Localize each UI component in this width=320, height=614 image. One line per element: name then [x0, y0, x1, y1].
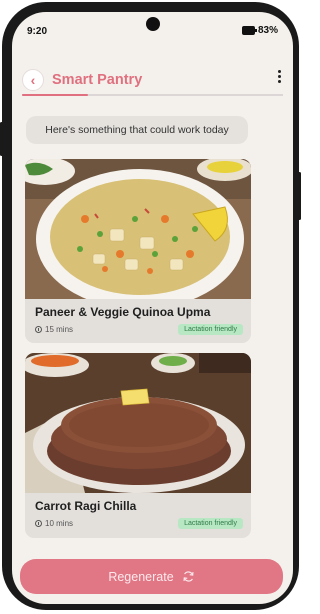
lactation-badge: Lactation friendly [178, 518, 243, 529]
battery-level: 83% [257, 25, 278, 36]
recipe-card[interactable]: Paneer & Veggie Quinoa Upma 15 mins Lact… [25, 159, 251, 343]
phone-frame: 9:20 83% ‹ Smart Pantry Here's something… [0, 2, 301, 610]
app-bar: ‹ Smart Pantry [22, 66, 283, 102]
refresh-icon [183, 571, 194, 582]
battery-indicator: 83% [241, 25, 278, 36]
back-button[interactable]: ‹ [22, 69, 44, 91]
ragi-chilla-stack-image [25, 353, 251, 493]
camera-cutout [146, 17, 160, 31]
recipe-card[interactable]: Carrot Ragi Chilla 10 mins Lactation fri… [25, 353, 251, 538]
prep-time: 10 mins [35, 519, 73, 528]
prep-time-value: 15 mins [45, 325, 74, 334]
power-button [298, 172, 301, 220]
title-underline [22, 94, 283, 96]
regenerate-label: Regenerate [108, 569, 174, 584]
clock-icon [35, 520, 42, 527]
screen: 9:20 83% ‹ Smart Pantry Here's something… [12, 12, 293, 604]
recipe-title: Carrot Ragi Chilla [35, 499, 137, 513]
status-time: 9:20 [27, 26, 48, 37]
recipe-title: Paneer & Veggie Quinoa Upma [35, 305, 211, 319]
lactation-badge: Lactation friendly [178, 324, 243, 335]
prep-time: 15 mins [35, 325, 73, 334]
kebab-menu-icon[interactable] [277, 70, 281, 83]
battery-icon [241, 26, 257, 35]
clock-icon [35, 326, 42, 333]
recipe-meta: 10 mins Lactation friendly [35, 517, 243, 533]
status-bar: 9:20 83% [12, 12, 293, 46]
volume-button [0, 122, 3, 156]
recipe-meta: 15 mins Lactation friendly [35, 323, 243, 339]
suggestion-message: Here's something that could work today [26, 116, 248, 144]
regenerate-button[interactable]: Regenerate [20, 559, 283, 594]
page-title: Smart Pantry [52, 72, 143, 88]
quinoa-upma-bowl-image [25, 159, 251, 299]
prep-time-value: 10 mins [45, 519, 74, 528]
chevron-left-icon: ‹ [30, 72, 36, 88]
